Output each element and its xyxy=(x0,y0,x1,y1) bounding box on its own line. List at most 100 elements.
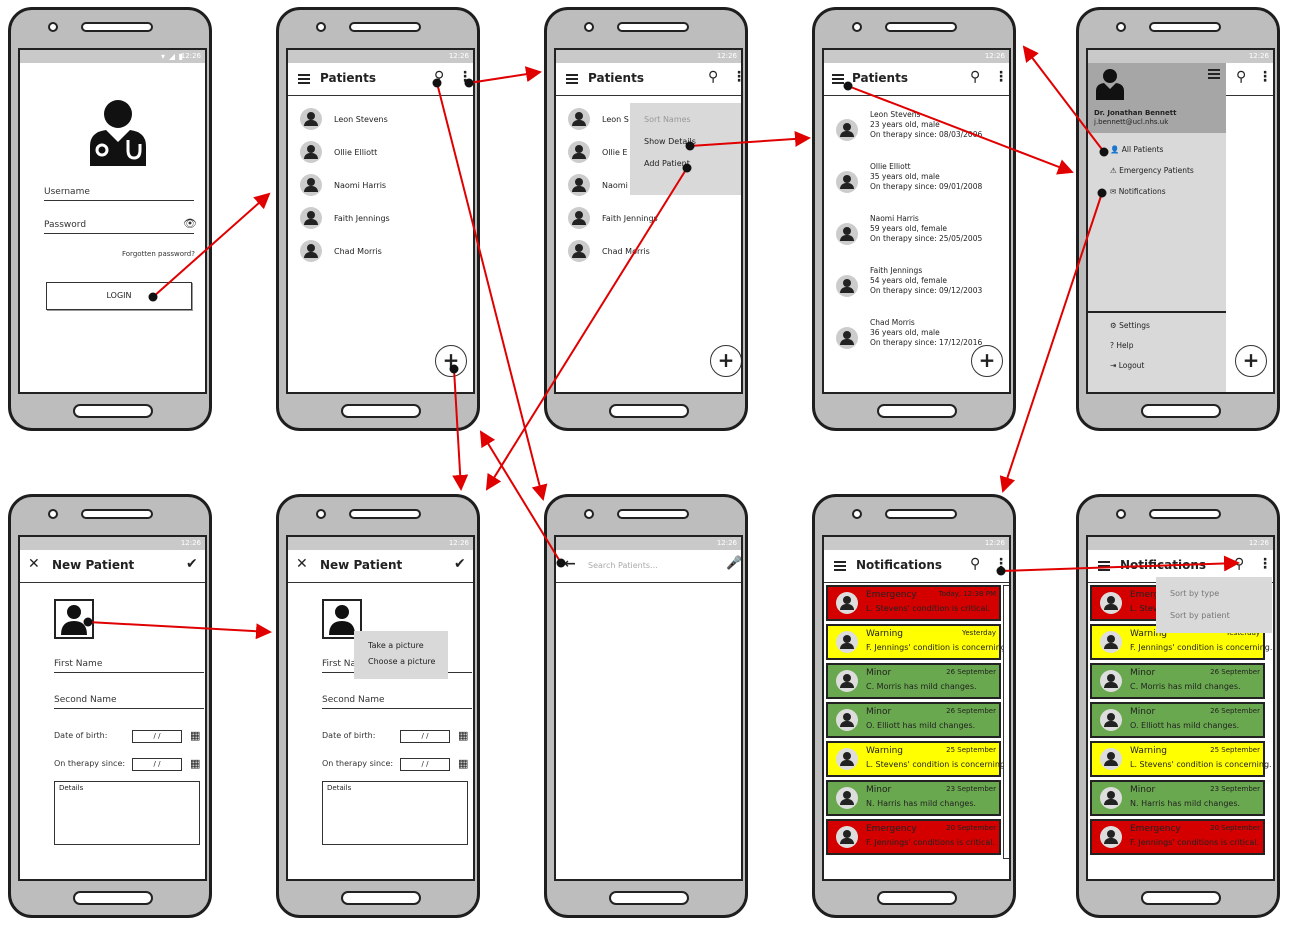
notification-item[interactable]: Minor 26 September O. Elliott has mild cha… xyxy=(1090,702,1265,738)
details-textarea[interactable]: Details xyxy=(54,781,200,845)
more-options-icon[interactable]: ⋮ xyxy=(994,69,1008,85)
add-patient-button[interactable]: + xyxy=(971,345,1003,377)
calendar-icon[interactable]: ▦ xyxy=(190,757,200,770)
scrollbar[interactable] xyxy=(1003,585,1009,859)
first-name-input[interactable] xyxy=(54,672,204,673)
login-button[interactable]: LOGIN xyxy=(46,282,192,310)
search-input[interactable]: Search Patients... xyxy=(588,561,658,570)
username-input[interactable] xyxy=(44,200,194,201)
avatar xyxy=(568,240,590,262)
more-options-icon[interactable]: ⋮ xyxy=(458,69,472,85)
nav-label: Help xyxy=(1116,341,1134,350)
status-clock: 12:26 xyxy=(1248,52,1269,60)
notification-item[interactable]: Warning 25 September L. Stevens' condition… xyxy=(1090,741,1272,777)
menu-icon[interactable] xyxy=(298,74,310,84)
sort-names-item[interactable]: Sort Names xyxy=(644,115,691,124)
patient-name: Chad Morris xyxy=(334,247,382,256)
home-button[interactable] xyxy=(341,891,421,905)
calendar-icon[interactable]: ▦ xyxy=(458,729,468,742)
more-options-icon[interactable]: ⋮ xyxy=(732,69,741,85)
notification-item[interactable]: Minor 26 September C. Morris has mild chan… xyxy=(826,663,1001,699)
details-textarea[interactable]: Details xyxy=(322,781,468,845)
home-button[interactable] xyxy=(341,404,421,418)
more-options-icon[interactable]: ⋮ xyxy=(1258,69,1272,85)
microphone-icon[interactable]: 🎤 xyxy=(726,556,741,571)
notification-item[interactable]: Minor 23 September N. Harris has mild chan… xyxy=(1090,780,1265,816)
notification-item[interactable]: Emergency 20 September F. Jennings' condit… xyxy=(826,819,1001,855)
patient-name: Faith Jennings xyxy=(334,214,390,223)
dob-input[interactable]: / / xyxy=(400,730,450,743)
check-icon[interactable]: ✔ xyxy=(186,556,198,572)
therapy-input[interactable]: / / xyxy=(132,758,182,771)
notification-item[interactable]: Minor 23 September N. Harris has mild chan… xyxy=(826,780,1001,816)
nav-settings[interactable]: ⚙ Settings xyxy=(1110,321,1150,330)
avatar xyxy=(300,240,322,262)
add-patient-item[interactable]: Add Patient xyxy=(644,159,690,168)
second-name-input[interactable] xyxy=(54,708,204,709)
notification-item[interactable]: Minor 26 September O. Elliott has mild cha… xyxy=(826,702,1001,738)
home-button[interactable] xyxy=(877,404,957,418)
check-icon[interactable]: ✔ xyxy=(454,556,466,572)
menu-icon[interactable] xyxy=(1208,69,1220,79)
home-button[interactable] xyxy=(609,404,689,418)
search-icon[interactable]: ⚲ xyxy=(434,69,444,85)
nav-notifications[interactable]: ✉ Notifications xyxy=(1110,187,1166,196)
add-patient-button[interactable]: + xyxy=(1235,345,1267,377)
calendar-icon[interactable]: ▦ xyxy=(190,729,200,742)
photo-picker[interactable] xyxy=(54,599,94,639)
notification-date: 23 September xyxy=(1210,785,1260,793)
nav-logout[interactable]: ⇥ Logout xyxy=(1110,361,1144,370)
close-icon[interactable]: ✕ xyxy=(296,556,308,572)
more-options-icon[interactable]: ⋮ xyxy=(994,556,1008,572)
take-picture-item[interactable]: Take a picture xyxy=(368,641,424,650)
search-icon[interactable]: ⚲ xyxy=(1236,69,1246,85)
home-button[interactable] xyxy=(609,891,689,905)
menu-icon[interactable] xyxy=(834,561,846,571)
avatar xyxy=(1100,826,1122,848)
home-button[interactable] xyxy=(1141,891,1221,905)
nav-all-patients[interactable]: 👤 All Patients xyxy=(1110,145,1163,154)
menu-icon[interactable] xyxy=(566,74,578,84)
eye-icon[interactable]: 👁 xyxy=(183,217,197,230)
notification-item[interactable]: Minor 26 September C. Morris has mild chan… xyxy=(1090,663,1265,699)
add-patient-button[interactable]: + xyxy=(710,345,741,377)
avatar xyxy=(300,174,322,196)
search-icon[interactable]: ⚲ xyxy=(708,69,718,85)
search-screen: 12:26 ← Search Patients... 🎤 xyxy=(554,535,743,881)
password-input[interactable] xyxy=(44,233,194,234)
home-button[interactable] xyxy=(1141,404,1221,418)
second-name-input[interactable] xyxy=(322,708,472,709)
close-icon[interactable]: ✕ xyxy=(28,556,40,572)
patient-name: Naomi Harris xyxy=(870,214,919,223)
search-icon[interactable]: ⚲ xyxy=(970,69,980,85)
more-options-icon[interactable]: ⋮ xyxy=(1258,556,1272,572)
back-arrow-icon[interactable]: ← xyxy=(564,556,576,572)
page-title: Notifications xyxy=(1120,558,1207,572)
nav-emergency[interactable]: ⚠ Emergency Patients xyxy=(1110,166,1194,175)
avatar xyxy=(568,207,590,229)
menu-icon[interactable] xyxy=(832,74,844,84)
notification-item[interactable]: Emergency Today, 12:38 PM L. Stevens' cond… xyxy=(826,585,1001,621)
dob-input[interactable]: / / xyxy=(132,730,182,743)
forgot-password-link[interactable]: Forgotten password? xyxy=(122,250,195,258)
show-details-item[interactable]: Show Details xyxy=(644,137,696,146)
home-button[interactable] xyxy=(877,891,957,905)
phone-notifications-menu: 12:26 Notifications ⚲ ⋮ EmergencyToday, … xyxy=(1076,494,1280,918)
menu-icon[interactable] xyxy=(1098,561,1110,571)
home-button[interactable] xyxy=(73,404,153,418)
nav-help[interactable]: ? Help xyxy=(1110,341,1133,350)
sort-by-type-item[interactable]: Sort by type xyxy=(1170,589,1219,598)
notification-item[interactable]: Warning Yesterday F. Jennings' condition i… xyxy=(826,624,1008,660)
search-icon[interactable]: ⚲ xyxy=(970,556,980,572)
add-patient-button[interactable]: + xyxy=(435,345,467,377)
nav-label: Logout xyxy=(1118,361,1145,370)
search-icon[interactable]: ⚲ xyxy=(1234,556,1244,572)
calendar-icon[interactable]: ▦ xyxy=(458,757,468,770)
therapy-input[interactable]: / / xyxy=(400,758,450,771)
home-button[interactable] xyxy=(73,891,153,905)
sort-by-patient-item[interactable]: Sort by patient xyxy=(1170,611,1230,620)
notification-message: O. Elliott has mild changes. xyxy=(1130,721,1240,730)
choose-picture-item[interactable]: Choose a picture xyxy=(368,657,435,666)
notification-item[interactable]: Emergency 20 September F. Jennings' condit… xyxy=(1090,819,1265,855)
notification-item[interactable]: Warning 25 September L. Stevens' condition… xyxy=(826,741,1008,777)
